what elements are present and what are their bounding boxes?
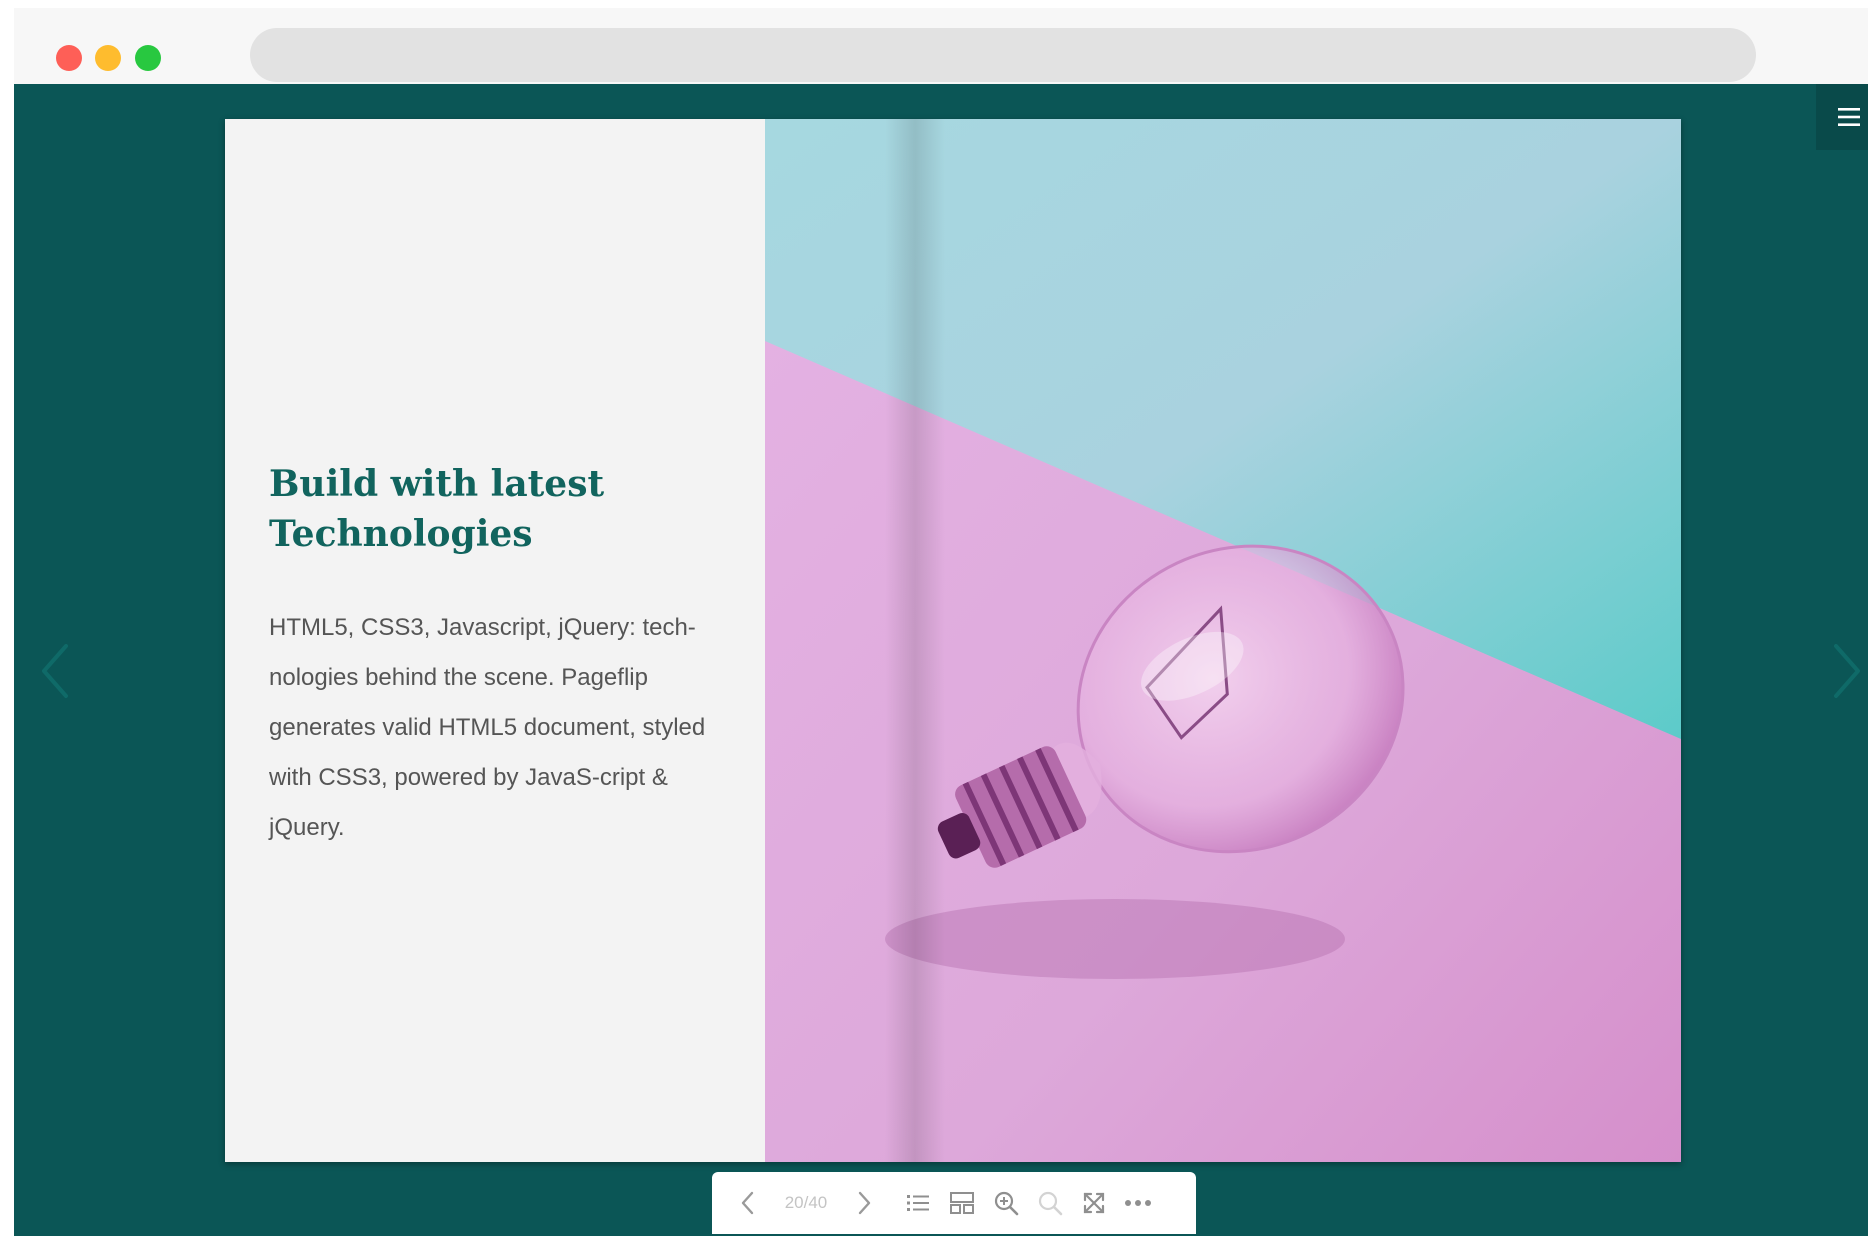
more-options-button[interactable]: [1116, 1181, 1160, 1225]
chevron-left-icon: [42, 644, 68, 698]
address-bar[interactable]: [250, 28, 1756, 82]
light-bulb-illustration: [765, 119, 1681, 1162]
close-window-button[interactable]: [56, 45, 82, 71]
page-counter: 20/40: [784, 1193, 828, 1212]
chevron-right-icon: [858, 1191, 871, 1215]
hamburger-menu-icon: [1838, 108, 1860, 126]
chevron-right-icon: [1834, 644, 1860, 698]
bottom-toolbar: 20/40: [712, 1172, 1196, 1234]
minimize-window-button[interactable]: [95, 45, 121, 71]
table-of-contents-button[interactable]: [896, 1181, 940, 1225]
zoom-out-icon: [1038, 1191, 1063, 1216]
fullscreen-icon: [1083, 1192, 1105, 1214]
toolbar-next-button[interactable]: [842, 1181, 886, 1225]
thumbnails-icon: [950, 1192, 974, 1214]
page-body-text: HTML5, CSS3, Javascript, jQuery: tech-no…: [269, 614, 706, 841]
chevron-left-icon: [741, 1191, 754, 1215]
previous-page-arrow[interactable]: [34, 616, 74, 726]
left-page: Build with latest Technologies HTML5, CS…: [225, 119, 765, 1162]
maximize-window-button[interactable]: [135, 45, 161, 71]
menu-button[interactable]: [1816, 84, 1868, 150]
headline-line-2: Technologies: [269, 513, 533, 555]
thumbnails-button[interactable]: [940, 1181, 984, 1225]
next-page-arrow[interactable]: [1828, 616, 1868, 726]
list-icon: [907, 1195, 929, 1211]
flipbook-viewer: Build with latest Technologies HTML5, CS…: [14, 84, 1868, 1236]
zoom-in-button[interactable]: [984, 1181, 1028, 1225]
zoom-in-icon: [994, 1191, 1019, 1216]
light-bulb-photo: [765, 119, 1681, 1162]
zoom-out-button[interactable]: [1028, 1181, 1072, 1225]
headline-line-1: Build with latest: [269, 463, 605, 505]
page-headline: Build with latest Technologies: [269, 459, 739, 559]
fullscreen-button[interactable]: [1072, 1181, 1116, 1225]
browser-titlebar: [14, 8, 1868, 84]
toolbar-prev-button[interactable]: [726, 1181, 770, 1225]
book-spread[interactable]: Build with latest Technologies HTML5, CS…: [225, 119, 1681, 1162]
more-icon: [1125, 1200, 1151, 1206]
